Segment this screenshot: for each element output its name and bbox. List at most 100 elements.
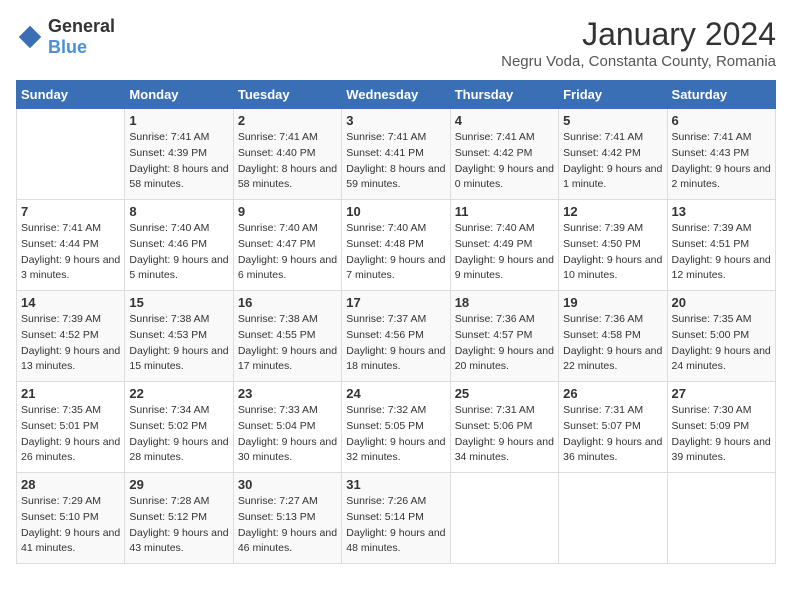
title-area: January 2024 Negru Voda, Constanta Count… <box>501 16 776 70</box>
day-detail: Sunrise: 7:40 AMSunset: 4:46 PMDaylight:… <box>129 222 228 281</box>
day-detail: Sunrise: 7:38 AMSunset: 4:55 PMDaylight:… <box>238 313 337 372</box>
week-row-3: 14 Sunrise: 7:39 AMSunset: 4:52 PMDaylig… <box>17 291 776 382</box>
calendar-cell: 26 Sunrise: 7:31 AMSunset: 5:07 PMDaylig… <box>559 382 667 473</box>
calendar-cell: 18 Sunrise: 7:36 AMSunset: 4:57 PMDaylig… <box>450 291 558 382</box>
calendar-cell: 16 Sunrise: 7:38 AMSunset: 4:55 PMDaylig… <box>233 291 341 382</box>
day-number: 24 <box>346 386 445 401</box>
calendar-cell: 19 Sunrise: 7:36 AMSunset: 4:58 PMDaylig… <box>559 291 667 382</box>
header: General Blue January 2024 Negru Voda, Co… <box>16 16 776 70</box>
calendar-cell: 22 Sunrise: 7:34 AMSunset: 5:02 PMDaylig… <box>125 382 233 473</box>
day-detail: Sunrise: 7:33 AMSunset: 5:04 PMDaylight:… <box>238 404 337 463</box>
calendar-cell <box>667 473 775 564</box>
day-detail: Sunrise: 7:41 AMSunset: 4:43 PMDaylight:… <box>672 131 771 190</box>
weekday-header-monday: Monday <box>125 81 233 109</box>
calendar-cell: 24 Sunrise: 7:32 AMSunset: 5:05 PMDaylig… <box>342 382 450 473</box>
logo-icon <box>16 23 44 51</box>
day-number: 15 <box>129 295 228 310</box>
calendar-cell: 4 Sunrise: 7:41 AMSunset: 4:42 PMDayligh… <box>450 109 558 200</box>
week-row-2: 7 Sunrise: 7:41 AMSunset: 4:44 PMDayligh… <box>17 200 776 291</box>
day-detail: Sunrise: 7:34 AMSunset: 5:02 PMDaylight:… <box>129 404 228 463</box>
weekday-header-saturday: Saturday <box>667 81 775 109</box>
calendar-cell <box>559 473 667 564</box>
calendar-cell: 20 Sunrise: 7:35 AMSunset: 5:00 PMDaylig… <box>667 291 775 382</box>
day-detail: Sunrise: 7:38 AMSunset: 4:53 PMDaylight:… <box>129 313 228 372</box>
day-detail: Sunrise: 7:41 AMSunset: 4:41 PMDaylight:… <box>346 131 445 190</box>
day-detail: Sunrise: 7:35 AMSunset: 5:01 PMDaylight:… <box>21 404 120 463</box>
day-detail: Sunrise: 7:39 AMSunset: 4:52 PMDaylight:… <box>21 313 120 372</box>
calendar-cell: 2 Sunrise: 7:41 AMSunset: 4:40 PMDayligh… <box>233 109 341 200</box>
weekday-header-tuesday: Tuesday <box>233 81 341 109</box>
calendar-cell: 11 Sunrise: 7:40 AMSunset: 4:49 PMDaylig… <box>450 200 558 291</box>
logo-blue-text: Blue <box>48 37 87 57</box>
day-number: 16 <box>238 295 337 310</box>
day-number: 25 <box>455 386 554 401</box>
day-detail: Sunrise: 7:28 AMSunset: 5:12 PMDaylight:… <box>129 495 228 554</box>
calendar-cell: 25 Sunrise: 7:31 AMSunset: 5:06 PMDaylig… <box>450 382 558 473</box>
day-number: 18 <box>455 295 554 310</box>
day-detail: Sunrise: 7:26 AMSunset: 5:14 PMDaylight:… <box>346 495 445 554</box>
day-detail: Sunrise: 7:36 AMSunset: 4:58 PMDaylight:… <box>563 313 662 372</box>
weekday-header-wednesday: Wednesday <box>342 81 450 109</box>
calendar-cell: 17 Sunrise: 7:37 AMSunset: 4:56 PMDaylig… <box>342 291 450 382</box>
day-detail: Sunrise: 7:27 AMSunset: 5:13 PMDaylight:… <box>238 495 337 554</box>
day-number: 28 <box>21 477 120 492</box>
day-number: 20 <box>672 295 771 310</box>
day-detail: Sunrise: 7:41 AMSunset: 4:40 PMDaylight:… <box>238 131 337 190</box>
day-number: 27 <box>672 386 771 401</box>
calendar-cell: 1 Sunrise: 7:41 AMSunset: 4:39 PMDayligh… <box>125 109 233 200</box>
calendar-cell: 5 Sunrise: 7:41 AMSunset: 4:42 PMDayligh… <box>559 109 667 200</box>
week-row-4: 21 Sunrise: 7:35 AMSunset: 5:01 PMDaylig… <box>17 382 776 473</box>
day-number: 7 <box>21 204 120 219</box>
calendar-cell: 29 Sunrise: 7:28 AMSunset: 5:12 PMDaylig… <box>125 473 233 564</box>
day-detail: Sunrise: 7:39 AMSunset: 4:51 PMDaylight:… <box>672 222 771 281</box>
day-number: 10 <box>346 204 445 219</box>
logo: General Blue <box>16 16 115 58</box>
day-detail: Sunrise: 7:31 AMSunset: 5:06 PMDaylight:… <box>455 404 554 463</box>
day-detail: Sunrise: 7:32 AMSunset: 5:05 PMDaylight:… <box>346 404 445 463</box>
day-number: 13 <box>672 204 771 219</box>
calendar-cell: 8 Sunrise: 7:40 AMSunset: 4:46 PMDayligh… <box>125 200 233 291</box>
calendar-cell <box>450 473 558 564</box>
calendar-cell: 31 Sunrise: 7:26 AMSunset: 5:14 PMDaylig… <box>342 473 450 564</box>
week-row-1: 1 Sunrise: 7:41 AMSunset: 4:39 PMDayligh… <box>17 109 776 200</box>
day-detail: Sunrise: 7:39 AMSunset: 4:50 PMDaylight:… <box>563 222 662 281</box>
day-detail: Sunrise: 7:37 AMSunset: 4:56 PMDaylight:… <box>346 313 445 372</box>
calendar-cell: 7 Sunrise: 7:41 AMSunset: 4:44 PMDayligh… <box>17 200 125 291</box>
calendar-cell: 13 Sunrise: 7:39 AMSunset: 4:51 PMDaylig… <box>667 200 775 291</box>
logo-general-text: General <box>48 16 115 36</box>
day-number: 26 <box>563 386 662 401</box>
day-number: 3 <box>346 113 445 128</box>
day-number: 30 <box>238 477 337 492</box>
calendar-cell: 6 Sunrise: 7:41 AMSunset: 4:43 PMDayligh… <box>667 109 775 200</box>
day-detail: Sunrise: 7:41 AMSunset: 4:44 PMDaylight:… <box>21 222 120 281</box>
calendar-cell: 28 Sunrise: 7:29 AMSunset: 5:10 PMDaylig… <box>17 473 125 564</box>
calendar-table: SundayMondayTuesdayWednesdayThursdayFrid… <box>16 80 776 564</box>
day-number: 5 <box>563 113 662 128</box>
day-detail: Sunrise: 7:41 AMSunset: 4:42 PMDaylight:… <box>563 131 662 190</box>
day-number: 12 <box>563 204 662 219</box>
calendar-cell: 9 Sunrise: 7:40 AMSunset: 4:47 PMDayligh… <box>233 200 341 291</box>
calendar-title: January 2024 <box>501 16 776 53</box>
calendar-cell <box>17 109 125 200</box>
day-number: 2 <box>238 113 337 128</box>
calendar-cell: 27 Sunrise: 7:30 AMSunset: 5:09 PMDaylig… <box>667 382 775 473</box>
weekday-header-sunday: Sunday <box>17 81 125 109</box>
calendar-cell: 3 Sunrise: 7:41 AMSunset: 4:41 PMDayligh… <box>342 109 450 200</box>
calendar-cell: 12 Sunrise: 7:39 AMSunset: 4:50 PMDaylig… <box>559 200 667 291</box>
calendar-subtitle: Negru Voda, Constanta County, Romania <box>501 53 776 70</box>
calendar-cell: 14 Sunrise: 7:39 AMSunset: 4:52 PMDaylig… <box>17 291 125 382</box>
calendar-cell: 10 Sunrise: 7:40 AMSunset: 4:48 PMDaylig… <box>342 200 450 291</box>
day-detail: Sunrise: 7:40 AMSunset: 4:49 PMDaylight:… <box>455 222 554 281</box>
day-number: 1 <box>129 113 228 128</box>
day-number: 21 <box>21 386 120 401</box>
day-number: 23 <box>238 386 337 401</box>
day-number: 11 <box>455 204 554 219</box>
day-detail: Sunrise: 7:31 AMSunset: 5:07 PMDaylight:… <box>563 404 662 463</box>
day-number: 8 <box>129 204 228 219</box>
day-detail: Sunrise: 7:40 AMSunset: 4:47 PMDaylight:… <box>238 222 337 281</box>
day-detail: Sunrise: 7:29 AMSunset: 5:10 PMDaylight:… <box>21 495 120 554</box>
day-number: 29 <box>129 477 228 492</box>
weekday-header-thursday: Thursday <box>450 81 558 109</box>
day-number: 14 <box>21 295 120 310</box>
calendar-cell: 15 Sunrise: 7:38 AMSunset: 4:53 PMDaylig… <box>125 291 233 382</box>
